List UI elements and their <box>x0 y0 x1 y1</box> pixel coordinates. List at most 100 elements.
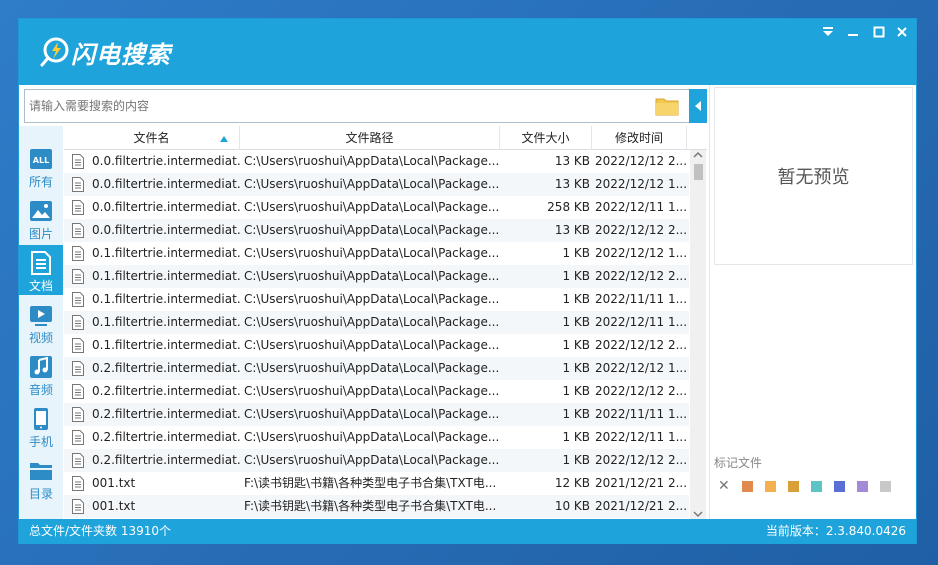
close-button[interactable] <box>893 25 911 39</box>
nav-item-all[interactable]: ALL 所有 <box>19 141 63 191</box>
table-row[interactable]: 0.1.filtertrie.intermediat... C:\Users\ru… <box>64 288 689 311</box>
scroll-thumb[interactable] <box>694 164 703 180</box>
text-file-icon <box>72 315 84 330</box>
mark-color-swatch[interactable] <box>834 480 845 492</box>
menu-dropdown-icon[interactable] <box>819 25 837 39</box>
cell-file-size: 1 KB <box>562 453 590 467</box>
table-row[interactable]: 0.0.filtertrie.intermediat... C:\Users\ru… <box>64 196 689 219</box>
cell-file-path: F:\读书钥匙\书籍\各种类型电子书合集\TXT电... <box>244 499 497 513</box>
table-row[interactable]: 0.2.filtertrie.intermediat... C:\Users\ru… <box>64 449 689 472</box>
mark-color-swatch[interactable] <box>788 480 799 492</box>
cell-file-path: C:\Users\ruoshui\AppData\Local\Package..… <box>244 453 500 467</box>
cell-modified-date: 2022/12/12 2... <box>595 223 687 237</box>
cell-file-name: 0.2.filtertrie.intermediat... <box>92 430 240 444</box>
search-input[interactable] <box>29 96 629 116</box>
cell-file-size: 1 KB <box>562 430 590 444</box>
table-row[interactable]: 0.1.filtertrie.intermediat... C:\Users\ru… <box>64 242 689 265</box>
cell-file-name: 0.2.filtertrie.intermediat... <box>92 384 240 398</box>
vertical-scrollbar[interactable] <box>690 150 706 519</box>
table-row[interactable]: 0.0.filtertrie.intermediat... C:\Users\ru… <box>64 219 689 242</box>
table-row[interactable]: 0.2.filtertrie.intermediat... C:\Users\ru… <box>64 380 689 403</box>
mark-color-swatch[interactable] <box>811 480 822 492</box>
mark-color-swatch[interactable] <box>765 480 776 492</box>
lightning-logo-icon <box>40 37 69 67</box>
text-file-icon <box>72 361 84 376</box>
cell-file-size: 12 KB <box>554 476 590 490</box>
nav-item-phone[interactable]: 手机 <box>19 401 63 451</box>
cell-file-name: 0.1.filtertrie.intermediat... <box>92 269 240 283</box>
nav-item-directory[interactable]: 目录 <box>19 453 63 503</box>
image-icon <box>30 201 52 221</box>
cell-file-name: 001.txt <box>92 499 136 513</box>
cell-file-size: 1 KB <box>562 338 590 352</box>
cell-file-name: 0.2.filtertrie.intermediat... <box>92 453 240 467</box>
sort-asc-icon <box>220 136 228 142</box>
mark-color-swatch[interactable] <box>857 480 868 492</box>
cell-modified-date: 2022/12/11 1... <box>595 200 687 214</box>
cell-file-path: C:\Users\ruoshui\AppData\Local\Package..… <box>244 246 500 260</box>
column-header-date[interactable]: 修改时间 <box>592 126 687 150</box>
scroll-up-icon[interactable] <box>690 150 706 160</box>
cell-modified-date: 2022/12/11 1... <box>595 315 687 329</box>
app-title: 闪电搜索 <box>71 41 171 69</box>
cell-file-name: 0.1.filtertrie.intermediat... <box>92 292 240 306</box>
collapse-panel-button[interactable] <box>689 89 707 123</box>
nav-item-videos[interactable]: 视频 <box>19 297 63 347</box>
title-bar: 闪电搜索 <box>19 19 916 85</box>
table-row[interactable]: 0.0.filtertrie.intermediat... C:\Users\ru… <box>64 173 689 196</box>
audio-icon <box>30 356 52 378</box>
preview-area: 暂无预览 <box>714 87 913 265</box>
text-file-icon <box>72 269 84 284</box>
folder-icon[interactable] <box>655 95 679 117</box>
text-file-icon <box>72 499 84 514</box>
svg-text:ALL: ALL <box>33 156 49 165</box>
preview-panel: 暂无预览 标记文件 ✕ <box>709 85 916 519</box>
text-file-icon <box>72 338 84 353</box>
search-bar <box>24 89 707 123</box>
all-icon: ALL <box>30 149 52 169</box>
mark-color-swatch[interactable] <box>742 480 753 492</box>
table-row[interactable]: 0.0.filtertrie.intermediat... C:\Users\ru… <box>64 150 689 173</box>
status-bar: 总文件/文件夹数 13910个 当前版本：2.3.840.0426 <box>19 519 916 544</box>
category-sidebar: ALL 所有 图片 文档 视频 音频 手机 目录 <box>19 126 63 519</box>
nav-label-directory: 目录 <box>28 487 53 501</box>
maximize-button[interactable] <box>870 25 888 39</box>
nav-item-documents[interactable]: 文档 <box>19 245 63 295</box>
text-file-icon <box>72 177 84 192</box>
table-body: 0.0.filtertrie.intermediat... C:\Users\ru… <box>64 150 689 518</box>
cell-modified-date: 2022/12/12 1... <box>595 246 687 260</box>
cell-file-name: 0.0.filtertrie.intermediat... <box>92 223 240 237</box>
table-row[interactable]: 001.txt F:\读书钥匙\书籍\各种类型电子书合集\TXT电... 10 KB… <box>64 495 689 518</box>
text-file-icon <box>72 407 84 422</box>
minimize-button[interactable] <box>844 25 862 39</box>
cell-file-size: 1 KB <box>562 246 590 260</box>
table-row[interactable]: 0.1.filtertrie.intermediat... C:\Users\ru… <box>64 334 689 357</box>
mark-files-label: 标记文件 <box>714 456 763 470</box>
nav-item-images[interactable]: 图片 <box>19 193 63 243</box>
text-file-icon <box>72 223 84 238</box>
text-file-icon <box>72 246 84 261</box>
cell-modified-date: 2022/12/12 2... <box>595 384 687 398</box>
table-row[interactable]: 001.txt F:\读书钥匙\书籍\各种类型电子书合集\TXT电... 12 KB… <box>64 472 689 495</box>
clear-mark-icon[interactable]: ✕ <box>718 479 730 493</box>
table-row[interactable]: 0.2.filtertrie.intermediat... C:\Users\ru… <box>64 403 689 426</box>
column-header-name[interactable]: 文件名 <box>64 126 240 150</box>
video-icon <box>30 306 52 326</box>
cell-file-size: 1 KB <box>562 292 590 306</box>
cell-modified-date: 2022/12/12 2... <box>595 154 687 168</box>
cell-file-name: 0.0.filtertrie.intermediat... <box>92 154 240 168</box>
table-row[interactable]: 0.1.filtertrie.intermediat... C:\Users\ru… <box>64 311 689 334</box>
nav-item-audio[interactable]: 音频 <box>19 349 63 399</box>
nav-label-phone: 手机 <box>28 435 53 449</box>
scroll-down-icon[interactable] <box>690 509 706 519</box>
table-row[interactable]: 0.2.filtertrie.intermediat... C:\Users\ru… <box>64 357 689 380</box>
mark-color-swatches: ✕ <box>718 479 903 493</box>
column-header-path[interactable]: 文件路径 <box>240 126 500 150</box>
mark-color-swatch[interactable] <box>880 480 891 492</box>
table-row[interactable]: 0.2.filtertrie.intermediat... C:\Users\ru… <box>64 426 689 449</box>
column-header-size[interactable]: 文件大小 <box>500 126 592 150</box>
cell-file-size: 13 KB <box>554 223 590 237</box>
table-row[interactable]: 0.1.filtertrie.intermediat... C:\Users\ru… <box>64 265 689 288</box>
cell-file-path: C:\Users\ruoshui\AppData\Local\Package..… <box>244 315 500 329</box>
cell-file-size: 10 KB <box>554 499 590 513</box>
